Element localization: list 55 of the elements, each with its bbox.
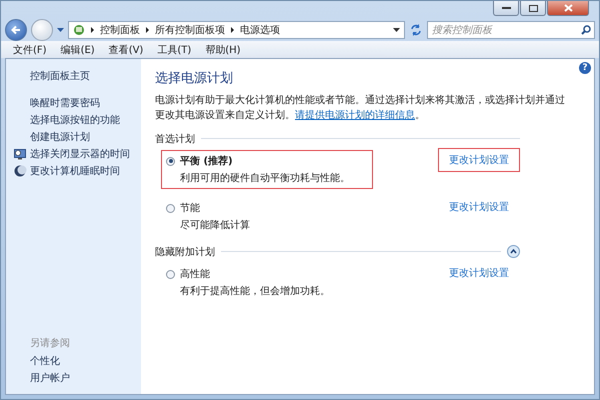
sidebar-link[interactable]: 选择电源按钮的功能 (30, 113, 141, 126)
back-button[interactable] (5, 19, 27, 41)
menu-item[interactable]: 工具(T) (157, 42, 192, 56)
plan-description: 尽可能降低计算 (180, 218, 251, 232)
plan-name[interactable]: 节能 (180, 201, 200, 215)
refresh-icon[interactable] (409, 23, 423, 37)
collapse-button[interactable] (507, 245, 520, 258)
plan-name[interactable]: 高性能 (180, 267, 210, 281)
breadcrumb[interactable]: 电源选项 (240, 23, 280, 37)
address-field[interactable]: 控制面板 所有控制面板项 电源选项 (68, 21, 405, 39)
chevron-icon (90, 26, 95, 34)
maximize-button[interactable] (520, 1, 546, 16)
plan-description: 有利于提高性能，但会增加功耗。 (180, 284, 331, 298)
menu-item[interactable]: 编辑(E) (60, 42, 95, 56)
chevron-icon (230, 26, 235, 34)
breadcrumb[interactable]: 所有控制面板项 (155, 23, 225, 37)
search-field[interactable]: 搜索控制面板 (427, 21, 595, 39)
group-title: 首选计划 (155, 132, 195, 146)
change-settings-link[interactable]: 更改计划设置 (438, 261, 520, 285)
page-heading: 选择电源计划 (155, 70, 234, 87)
breadcrumb[interactable]: 控制面板 (100, 23, 140, 37)
maximize-icon (528, 4, 538, 12)
minimize-icon (502, 6, 510, 10)
control-panel-icon (73, 24, 85, 36)
sidebar-link[interactable]: 选择关闭显示器的时间 (14, 147, 141, 160)
sidebar-link[interactable]: 个性化 (30, 354, 141, 367)
menu-item[interactable]: 帮助(H) (205, 42, 241, 56)
sidebar-link[interactable]: 控制面板主页 (30, 69, 141, 82)
plan-description: 利用可用的硬件自动平衡功耗与性能。 (180, 172, 351, 185)
close-icon (564, 4, 572, 12)
sidebar-link[interactable]: 更改计算机睡眠时间 (14, 164, 141, 177)
description-text: 电源计划有助于最大化计算机的性能或者节能。通过选择计划来将其激活，或选择计划并通过更改其电源设置来自定义计划。请提供电源计划的详细信息。 (155, 94, 566, 123)
section-label: 另请参阅 (30, 336, 71, 350)
monitor-clock-icon (14, 148, 27, 160)
radio-button[interactable] (166, 156, 175, 166)
chevron-icon (145, 26, 150, 34)
change-settings-link[interactable]: 更改计划设置 (438, 148, 520, 172)
arrow-left-icon (11, 25, 21, 35)
group-title: 隐藏附加计划 (155, 246, 215, 258)
radio-button[interactable] (166, 204, 175, 212)
sidebar-link[interactable]: 用户帐户 (30, 371, 141, 384)
sidebar-link[interactable]: 唤醒时需要密码 (30, 96, 141, 109)
info-link[interactable]: 请提供电源计划的详细信息 (295, 110, 415, 121)
close-button[interactable] (547, 1, 589, 16)
dropdown-arrow-icon[interactable] (393, 28, 400, 32)
minimize-button[interactable] (493, 1, 519, 16)
sidebar-link[interactable]: 创建电源计划 (30, 130, 141, 143)
menu-item[interactable]: 文件(F) (13, 42, 47, 56)
help-button[interactable]: ? (579, 62, 591, 74)
search-icon[interactable] (581, 25, 591, 35)
radio-button[interactable] (166, 270, 175, 278)
menu-item[interactable]: 查看(V) (108, 42, 144, 56)
change-settings-link[interactable]: 更改计划设置 (438, 195, 520, 219)
moon-icon (14, 164, 27, 176)
plan-name[interactable]: 平衡 (推荐) (180, 154, 233, 168)
